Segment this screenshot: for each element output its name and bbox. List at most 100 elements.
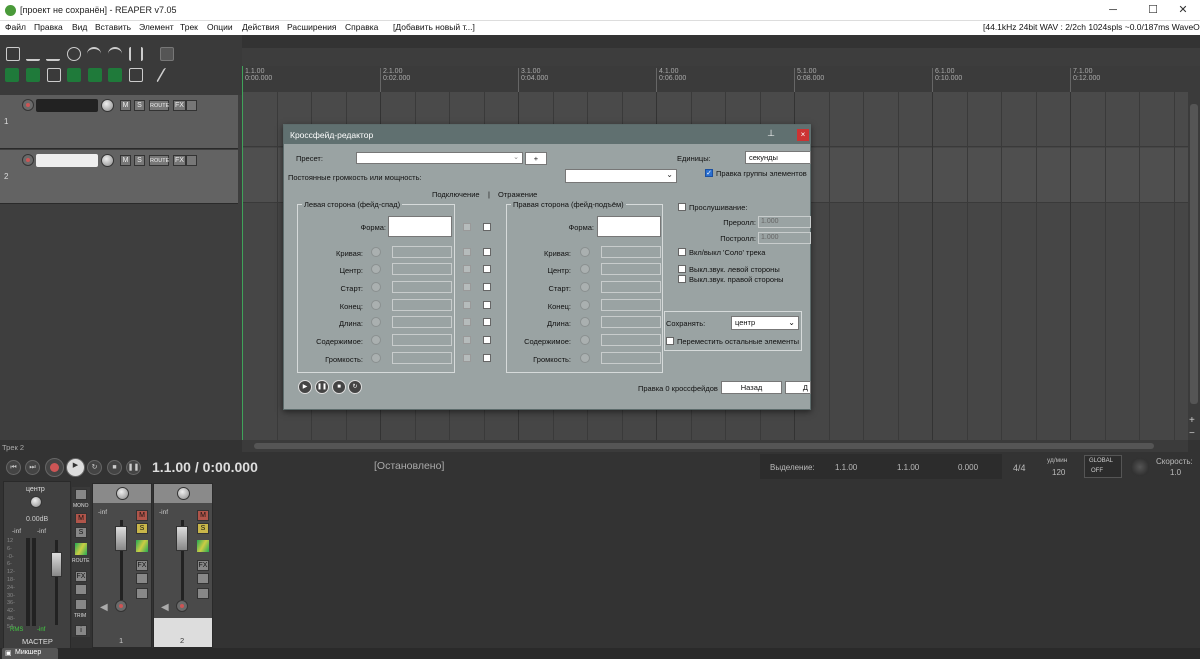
master-solo-button[interactable]: S — [75, 527, 87, 538]
repeat-icon[interactable]: ↻ — [87, 460, 102, 475]
grouping-icon[interactable] — [47, 68, 61, 82]
knob[interactable] — [371, 300, 381, 310]
record-arm-icon[interactable] — [22, 154, 34, 166]
menu-view[interactable]: Вид — [72, 22, 87, 32]
menu-edit[interactable]: Правка — [34, 22, 63, 32]
close-button[interactable]: ✕ — [1163, 0, 1200, 21]
reflect-checkbox[interactable] — [483, 248, 491, 256]
link-checkbox[interactable] — [463, 354, 471, 362]
solo-button[interactable]: S — [197, 523, 209, 534]
postroll-field[interactable]: 1.000 — [758, 232, 811, 244]
solo-button[interactable]: S — [134, 155, 145, 166]
value-field[interactable] — [601, 263, 661, 275]
master-mute-button[interactable]: M — [75, 513, 87, 524]
envelope-icon[interactable] — [136, 540, 148, 552]
fx-button[interactable]: FX — [173, 100, 186, 111]
master-power-icon[interactable] — [75, 489, 87, 500]
record-icon[interactable] — [45, 458, 64, 477]
play-icon[interactable]: ▶ — [66, 458, 85, 477]
value-field[interactable] — [392, 263, 452, 275]
master-pan-knob[interactable] — [30, 496, 42, 508]
link-checkbox[interactable] — [463, 301, 471, 309]
keep-select[interactable]: центр ⌄ — [731, 316, 799, 330]
value-field[interactable] — [601, 352, 661, 364]
new-project-icon[interactable] — [6, 47, 20, 61]
value-field[interactable] — [392, 299, 452, 311]
shape-preview[interactable] — [597, 216, 661, 237]
mono-button[interactable]: MONO — [73, 503, 89, 509]
scroll-thumb[interactable] — [1190, 104, 1198, 404]
preview-checkbox[interactable] — [678, 203, 686, 211]
forward-button[interactable]: Д — [785, 381, 811, 394]
redo-icon[interactable] — [108, 47, 122, 61]
menu-track[interactable]: Трек — [180, 22, 198, 32]
dialog-titlebar[interactable]: Кроссфейд-редактор ⊥ × — [284, 125, 811, 144]
back-button[interactable]: Назад — [721, 381, 782, 394]
knob[interactable] — [371, 247, 381, 257]
preset-add-button[interactable]: + — [525, 152, 547, 165]
link-checkbox[interactable] — [463, 265, 471, 273]
selection-end[interactable]: 1.1.00 — [897, 463, 919, 472]
fx-power-icon[interactable] — [136, 573, 148, 584]
preroll-field[interactable]: 1.000 — [758, 216, 811, 228]
zoom-out-icon[interactable]: − — [1189, 428, 1195, 439]
value-field[interactable] — [392, 281, 452, 293]
master-envelope-icon[interactable] — [75, 543, 87, 555]
route-button[interactable]: ROUTE — [149, 100, 169, 111]
scroll-thumb[interactable] — [254, 443, 1154, 449]
reflect-checkbox[interactable] — [483, 283, 491, 291]
knob[interactable] — [371, 317, 381, 327]
go-to-start-icon[interactable]: ⏮ — [6, 460, 21, 475]
master-info-icon[interactable]: i — [75, 625, 87, 636]
preset-combo[interactable]: ⌄ — [356, 152, 523, 164]
link-checkbox[interactable] — [463, 318, 471, 326]
value-field[interactable] — [601, 246, 661, 258]
menu-extensions[interactable]: Расширения — [287, 22, 336, 32]
go-to-end-icon[interactable]: ⏭ — [25, 460, 40, 475]
audio-status[interactable]: [44.1kHz 24bit WAV : 2/2ch 1024spls ~0.0… — [983, 22, 1200, 32]
time-position[interactable]: 1.1.00 / 0:00.000 — [152, 459, 258, 475]
knob[interactable] — [580, 264, 590, 274]
mixer-tab[interactable]: ▣ Микшер — [2, 648, 58, 659]
knob[interactable] — [580, 335, 590, 345]
route-button[interactable]: ROUTE — [149, 155, 169, 166]
menu-help[interactable]: Справка — [345, 22, 378, 32]
loop-icon[interactable]: ↻ — [348, 380, 362, 394]
value-field[interactable] — [601, 281, 661, 293]
menu-item[interactable]: Элемент — [139, 22, 174, 32]
master-fx-button[interactable]: FX — [75, 571, 87, 582]
master-trim-button[interactable]: TRIM — [74, 613, 86, 619]
reflect-checkbox[interactable] — [483, 301, 491, 309]
menu-file[interactable]: Файл — [5, 22, 26, 32]
value-field[interactable] — [392, 246, 452, 258]
value-field[interactable] — [392, 352, 452, 364]
menu-insert[interactable]: Вставить — [95, 22, 131, 32]
menu-add-new[interactable]: [Добавить новый т...] — [393, 22, 475, 32]
volume-knob[interactable] — [101, 99, 114, 112]
selection-length[interactable]: 0.000 — [958, 463, 978, 472]
pause-icon[interactable]: ❚❚ — [126, 460, 141, 475]
project-settings-icon[interactable] — [67, 47, 81, 61]
fx-button[interactable]: FX — [136, 560, 148, 571]
mute-button[interactable]: M — [120, 100, 131, 111]
volume-knob[interactable] — [101, 154, 114, 167]
fx-power-icon[interactable] — [197, 573, 209, 584]
fx-button[interactable]: FX — [173, 155, 186, 166]
time-signature[interactable]: 4/4 — [1013, 463, 1026, 473]
power-icon[interactable] — [186, 155, 197, 166]
reflect-checkbox[interactable] — [483, 265, 491, 273]
pan-knob[interactable] — [116, 487, 129, 500]
minimize-button[interactable]: ─ — [1093, 0, 1133, 21]
value-field[interactable] — [392, 316, 452, 328]
knob[interactable] — [371, 335, 381, 345]
reflect-checkbox[interactable] — [483, 318, 491, 326]
play-icon[interactable]: ▶ — [298, 380, 312, 394]
record-arm-icon[interactable] — [115, 600, 127, 612]
reflect-checkbox[interactable] — [483, 336, 491, 344]
save-project-icon[interactable] — [46, 47, 60, 61]
route-icon[interactable] — [197, 588, 209, 599]
lock-icon[interactable] — [129, 68, 143, 82]
knob[interactable] — [580, 317, 590, 327]
track-name-field[interactable] — [36, 99, 98, 112]
menu-actions[interactable]: Действия — [242, 22, 279, 32]
